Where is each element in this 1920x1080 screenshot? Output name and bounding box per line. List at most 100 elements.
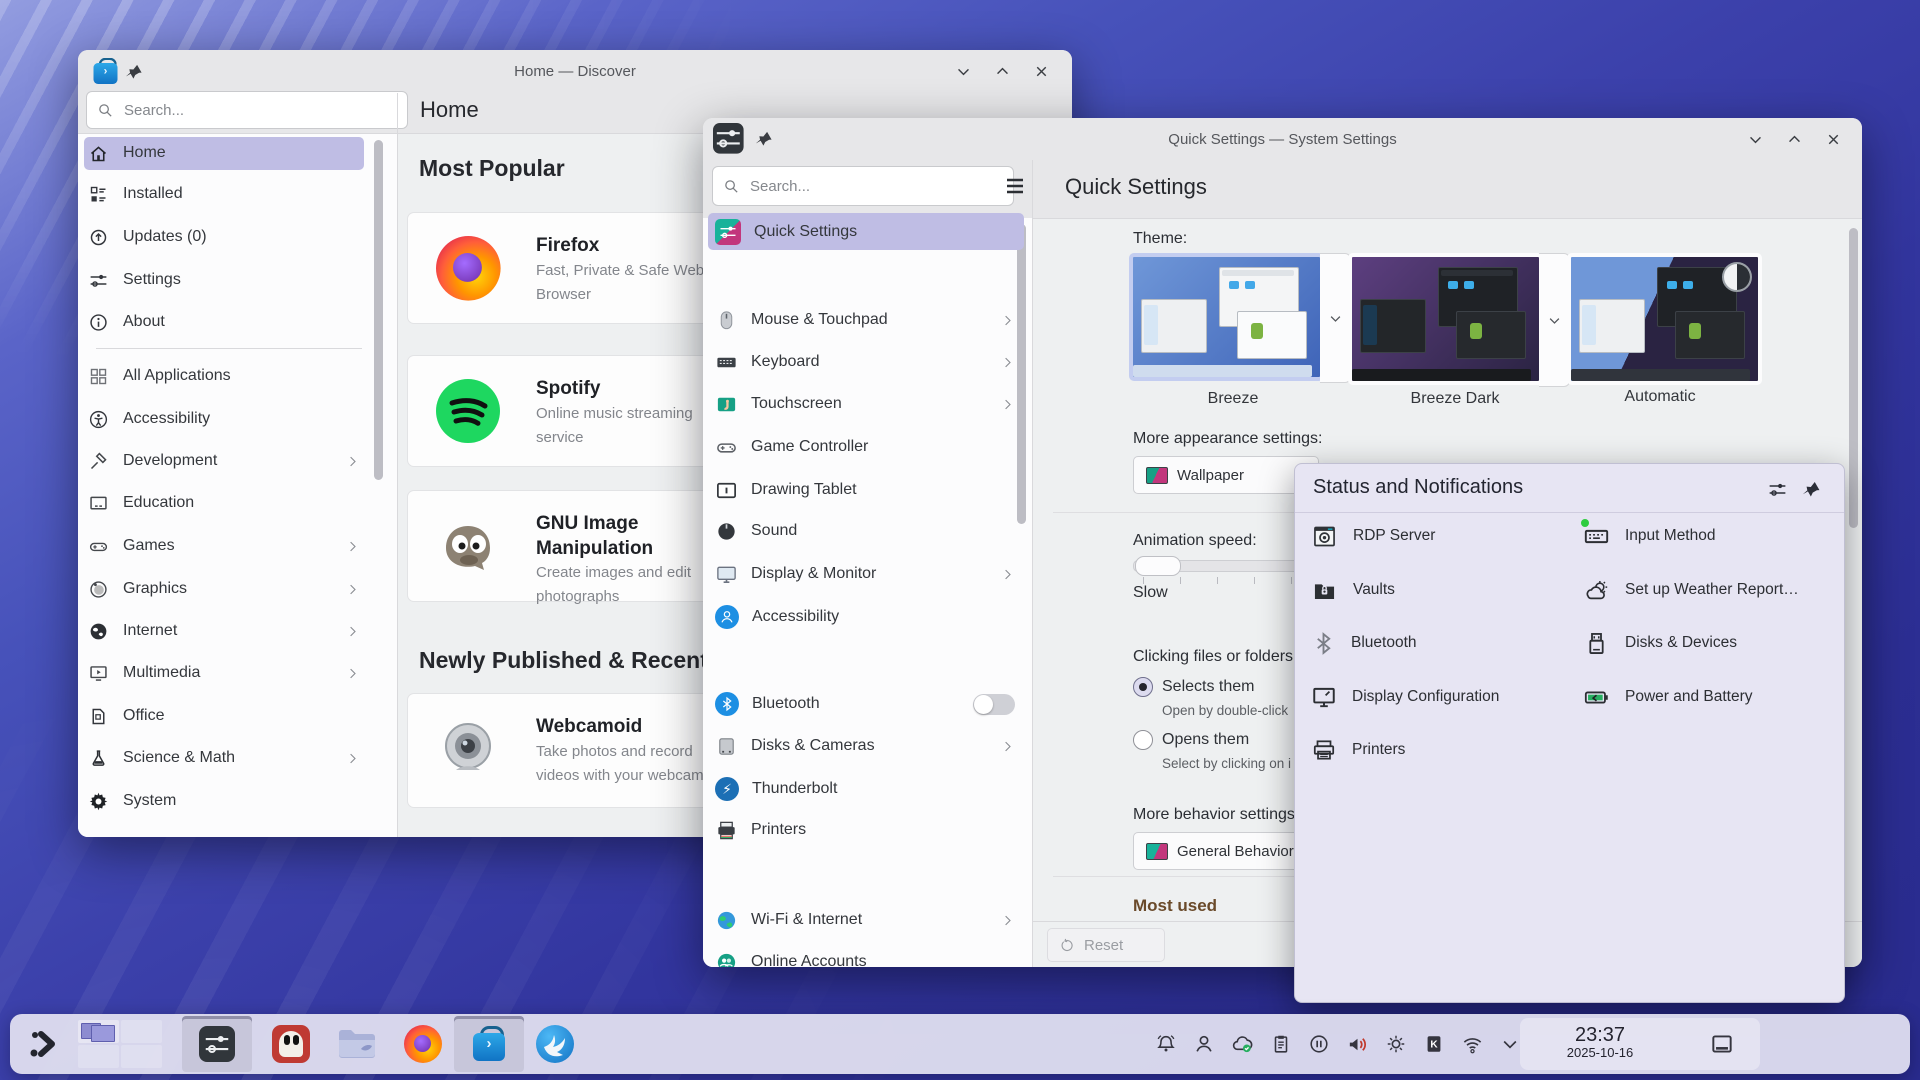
settings-content-scrollbar[interactable] bbox=[1849, 228, 1858, 528]
network-wifi-icon[interactable] bbox=[1461, 1033, 1484, 1056]
settings-sidebar-scrollbar[interactable] bbox=[1017, 224, 1026, 524]
sidebar-item-development[interactable]: Development bbox=[88, 442, 360, 480]
sidebar-item-education[interactable]: Education bbox=[88, 484, 360, 522]
printers-icon bbox=[1311, 737, 1337, 763]
minimize-icon[interactable] bbox=[955, 63, 972, 80]
minimize-icon[interactable] bbox=[1747, 131, 1764, 148]
theme-breeze-preview[interactable] bbox=[1129, 253, 1324, 381]
media-pause-icon[interactable] bbox=[1308, 1033, 1330, 1055]
theme-breeze-dark-preview[interactable] bbox=[1348, 253, 1543, 385]
sidebar-item-disks-cameras[interactable]: Disks & Cameras bbox=[715, 726, 1015, 766]
sidebar-item-updates[interactable]: Updates (0) bbox=[88, 218, 360, 256]
sidebar-item-sound[interactable]: Sound bbox=[715, 511, 1015, 551]
animation-slider-handle[interactable] bbox=[1135, 556, 1181, 576]
sidebar-item-thunderbolt[interactable]: ⚡ Thunderbolt bbox=[715, 769, 1015, 809]
popup-item-input-method[interactable]: Input Method bbox=[1583, 514, 1833, 558]
discover-sidebar-scrollbar[interactable] bbox=[374, 140, 383, 480]
close-icon[interactable] bbox=[1033, 63, 1050, 80]
popup-item-power-battery[interactable]: Power and Battery bbox=[1583, 675, 1833, 719]
sidebar-item-keyboard[interactable]: Keyboard bbox=[715, 342, 1015, 382]
cloud-sync-icon[interactable] bbox=[1231, 1033, 1254, 1056]
pager-window-2 bbox=[91, 1025, 115, 1042]
radio-opens-them[interactable] bbox=[1133, 730, 1153, 750]
app-launcher-button[interactable] bbox=[15, 1016, 73, 1072]
sidebar-item-science-math[interactable]: Science & Math bbox=[88, 739, 360, 777]
chevron-right-icon bbox=[1000, 397, 1015, 412]
maximize-icon[interactable] bbox=[994, 63, 1011, 80]
notifications-bell-icon[interactable] bbox=[1155, 1033, 1177, 1055]
digital-clock[interactable]: 23:37 2025-10-16 bbox=[1535, 1024, 1665, 1060]
task-dolphin[interactable] bbox=[322, 1016, 392, 1072]
show-desktop-icon[interactable] bbox=[1709, 1031, 1735, 1057]
sidebar-item-internet[interactable]: Internet bbox=[88, 612, 360, 650]
virtual-desktop-pager[interactable] bbox=[74, 1016, 166, 1072]
sidebar-item-online-accounts[interactable]: Online Accounts bbox=[715, 942, 1015, 967]
popup-item-bluetooth[interactable]: Bluetooth bbox=[1311, 621, 1561, 665]
configure-icon[interactable] bbox=[1767, 479, 1788, 500]
task-system-settings[interactable] bbox=[182, 1016, 252, 1072]
display-monitor-icon bbox=[715, 563, 738, 586]
radio-opens-label[interactable]: Opens them bbox=[1162, 731, 1249, 749]
reset-button[interactable]: Reset bbox=[1047, 928, 1165, 962]
popup-item-vaults[interactable]: Vaults bbox=[1311, 568, 1561, 612]
close-icon[interactable] bbox=[1825, 131, 1842, 148]
popup-item-display-configuration[interactable]: Display Configuration bbox=[1311, 675, 1571, 719]
sidebar-item-installed[interactable]: Installed bbox=[88, 175, 360, 213]
sidebar-item-accessibility[interactable]: Accessibility bbox=[88, 400, 360, 438]
sidebar-item-wifi-internet[interactable]: Wi-Fi & Internet bbox=[715, 900, 1015, 940]
power-battery-icon bbox=[1583, 684, 1610, 711]
theme-breeze-dropdown[interactable] bbox=[1320, 253, 1351, 383]
radio-selects-them[interactable] bbox=[1133, 677, 1153, 697]
chevron-right-icon bbox=[1000, 739, 1015, 754]
sidebar-item-settings[interactable]: Settings bbox=[88, 261, 360, 299]
sidebar-item-quick-settings[interactable]: Quick Settings bbox=[715, 212, 1015, 252]
radio-selects-label[interactable]: Selects them bbox=[1162, 678, 1254, 696]
popup-item-printers[interactable]: Printers bbox=[1311, 728, 1561, 772]
sidebar-item-mouse-touchpad[interactable]: Mouse & Touchpad bbox=[715, 300, 1015, 340]
theme-breeze-dark-dropdown[interactable] bbox=[1539, 253, 1570, 387]
sidebar-item-graphics[interactable]: Graphics bbox=[88, 570, 360, 608]
popup-item-weather[interactable]: Set up Weather Report… bbox=[1583, 568, 1843, 612]
popup-item-disks-devices[interactable]: Disks & Devices bbox=[1583, 621, 1833, 665]
animation-min-label: Slow bbox=[1133, 584, 1168, 602]
sidebar-item-office[interactable]: Office bbox=[88, 697, 360, 735]
discover-search-input[interactable] bbox=[122, 101, 397, 120]
sidebar-item-system[interactable]: System bbox=[88, 782, 360, 820]
maximize-icon[interactable] bbox=[1786, 131, 1803, 148]
clipboard-icon[interactable] bbox=[1270, 1033, 1292, 1055]
task-discover[interactable]: › bbox=[454, 1016, 524, 1072]
sidebar-item-touchscreen[interactable]: Touchscreen bbox=[715, 384, 1015, 424]
sidebar-item-game-controller[interactable]: Game Controller bbox=[715, 427, 1015, 467]
tray-expand-chevron-icon[interactable] bbox=[1500, 1034, 1520, 1054]
sidebar-item-home[interactable]: Home bbox=[88, 134, 360, 172]
sidebar-item-accessibility[interactable]: Accessibility bbox=[715, 597, 1015, 637]
info-icon bbox=[88, 312, 109, 333]
sidebar-item-drawing-tablet[interactable]: Drawing Tablet bbox=[715, 470, 1015, 510]
sidebar-item-printers[interactable]: Printers bbox=[715, 810, 1015, 850]
wallpaper-button[interactable]: Wallpaper bbox=[1133, 456, 1319, 494]
task-firefox[interactable] bbox=[388, 1016, 458, 1072]
hamburger-menu-icon[interactable] bbox=[1003, 174, 1027, 198]
search-icon bbox=[723, 178, 740, 195]
sidebar-item-games[interactable]: Games bbox=[88, 527, 360, 565]
task-ghostwriter[interactable] bbox=[256, 1016, 326, 1072]
sidebar-item-bluetooth[interactable]: Bluetooth bbox=[715, 684, 1015, 724]
task-falkon[interactable] bbox=[520, 1016, 590, 1072]
bluetooth-toggle[interactable] bbox=[973, 694, 1015, 715]
sidebar-item-multimedia[interactable]: Multimedia bbox=[88, 654, 360, 692]
sidebar-item-all-applications[interactable]: All Applications bbox=[88, 357, 360, 395]
office-icon bbox=[88, 706, 109, 727]
all-applications-icon bbox=[88, 366, 109, 387]
volume-icon[interactable] bbox=[1346, 1033, 1369, 1056]
sidebar-item-display-monitor[interactable]: Display & Monitor bbox=[715, 554, 1015, 594]
theme-automatic-preview[interactable] bbox=[1567, 253, 1762, 385]
popup-item-rdp-server[interactable]: RDP Server bbox=[1311, 514, 1561, 558]
desktop: › Home — Discover Home Home Insta bbox=[0, 0, 1920, 1080]
settings-search-input[interactable] bbox=[748, 177, 1003, 196]
user-icon[interactable] bbox=[1193, 1033, 1215, 1055]
radio-selects-sub: Open by double-click bbox=[1162, 703, 1288, 718]
brightness-icon[interactable] bbox=[1385, 1033, 1407, 1055]
sidebar-item-about[interactable]: About bbox=[88, 303, 360, 341]
kde-connect-icon[interactable] bbox=[1423, 1033, 1445, 1055]
pin-icon[interactable] bbox=[1800, 477, 1824, 501]
